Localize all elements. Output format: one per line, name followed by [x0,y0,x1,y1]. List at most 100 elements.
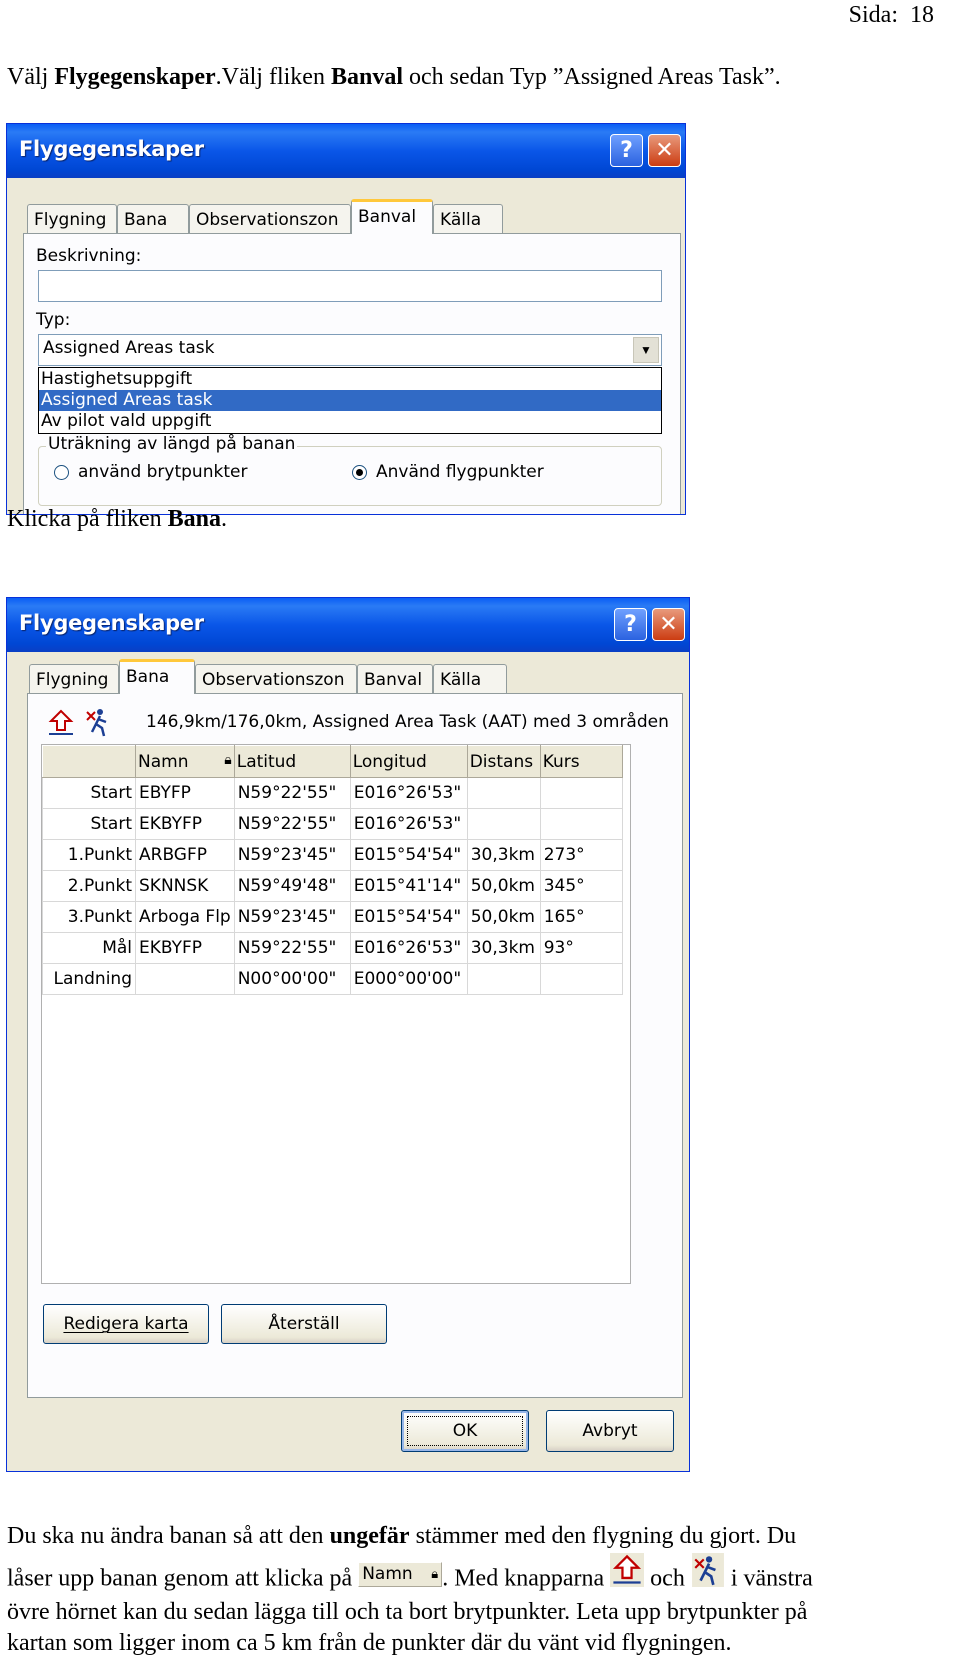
cell-kurs[interactable]: 345° [539,870,623,902]
page-number: Sida: 18 [848,2,934,28]
cell-row-label[interactable]: 3.Punkt [42,901,136,933]
cell-latitud[interactable]: N00°00'00" [233,963,351,995]
tab-banval[interactable]: Banval [351,199,433,234]
bana-bold: Bana [167,506,221,532]
inline-namn-header-image: Namn 🔒︎ [358,1561,443,1587]
bana-instruction: Klicka på fliken Bana. [7,506,227,533]
tab-panel-bana: 146,9km/176,0km, Assigned Area Task (AAT… [27,693,683,1398]
cell-longitud[interactable]: E000°00'00" [349,963,468,995]
table-row[interactable]: Mål EKBYFP N59°22'55" E016°26'53" 30,3km 93° [42,932,623,964]
cell-namn[interactable]: SKNNSK [135,870,235,902]
chevron-down-icon[interactable]: ▼ [633,337,659,363]
cell-distans[interactable] [466,963,541,995]
typ-option-av-pilot[interactable]: Av pilot vald uppgift [39,411,661,432]
p2-och: och [644,1565,691,1592]
aterstall-label: Återställ [268,1314,340,1334]
remove-waypoint-icon[interactable] [84,706,114,738]
beskrivning-input[interactable] [38,270,662,302]
cell-latitud[interactable]: N59°49'48" [233,870,351,902]
cell-distans[interactable]: 30,3km [466,839,541,871]
cell-distans[interactable] [466,808,541,840]
tab-bana[interactable]: Bana [117,204,189,234]
aterstall-button[interactable]: Återställ [221,1304,387,1344]
ok-focus-ring [407,1416,523,1446]
help-button[interactable]: ? [614,608,647,641]
inline-namn-label: Namn [362,1563,413,1584]
radio-anvand-flygpunkter[interactable] [352,465,367,480]
typ-option-hastighetsuppgift[interactable]: Hastighetsuppgift [39,369,661,390]
cell-distans[interactable]: 50,0km [466,870,541,902]
tab-flygning[interactable]: Flygning [27,204,117,234]
typ-select[interactable]: Assigned Areas task ▼ [38,334,662,366]
cell-distans[interactable] [466,777,541,809]
cell-row-label[interactable]: 1.Punkt [42,839,136,871]
tab-flygning[interactable]: Flygning [29,664,119,694]
cell-row-label[interactable]: Start [42,777,136,809]
add-waypoint-icon[interactable] [46,708,76,738]
column-header-kurs[interactable]: Kurs [539,745,623,778]
tab-banval[interactable]: Banval [357,664,433,694]
cell-kurs[interactable]: 273° [539,839,623,871]
redigera-karta-button[interactable]: Redigera karta [43,1304,209,1344]
bana-suffix: . [220,506,227,532]
cell-longitud[interactable]: E016°26'53" [349,777,468,809]
radio-anvand-brytpunkter[interactable] [54,465,69,480]
tab-kalla[interactable]: Källa [433,664,507,694]
table-row[interactable]: Start EKBYFP N59°22'55" E016°26'53" [42,808,623,840]
tab-observationszon[interactable]: Observationszon [195,664,357,694]
cell-latitud[interactable]: N59°23'45" [233,839,351,871]
cell-distans[interactable]: 30,3km [466,932,541,964]
cell-longitud[interactable]: E016°26'53" [349,932,468,964]
column-header-longitud[interactable]: Longitud [349,745,468,778]
close-button[interactable]: ✕ [648,134,681,167]
intro-text-mid: .Välj fliken [215,64,331,90]
typ-option-assigned-areas[interactable]: Assigned Areas task [39,390,661,411]
cell-row-label[interactable]: Landning [42,963,136,995]
cell-row-label[interactable]: 2.Punkt [42,870,136,902]
table-row[interactable]: 1.Punkt ARBGFP N59°23'45" E015°54'54" 30,3km… [42,839,623,871]
help-button[interactable]: ? [610,134,643,167]
close-button[interactable]: ✕ [652,608,685,641]
cell-namn[interactable]: EKBYFP [135,808,235,840]
column-header-distans[interactable]: Distans [466,745,541,778]
cell-namn[interactable] [135,963,235,995]
cell-latitud[interactable]: N59°23'45" [233,901,351,933]
table-row[interactable]: 3.Punkt Arboga Flp N59°23'45" E015°54'54" 50… [42,901,623,933]
cell-latitud[interactable]: N59°22'55" [233,932,351,964]
table-row[interactable]: Start EBYFP N59°22'55" E016°26'53" [42,777,623,809]
lock-icon: 🔒︎ [431,1566,439,1582]
tab-kalla[interactable]: Källa [433,204,503,234]
dialog-title: Flygegenskaper [19,611,204,635]
cell-kurs[interactable] [539,777,623,809]
ok-button[interactable]: OK [401,1410,529,1452]
cell-row-label[interactable]: Start [42,808,136,840]
cell-distans[interactable]: 50,0km [466,901,541,933]
tab-bana[interactable]: Bana [119,659,195,694]
cell-kurs[interactable]: 165° [539,901,623,933]
cell-namn[interactable]: ARBGFP [135,839,235,871]
title-bar: Flygegenskaper ? ✕ [7,598,689,652]
cell-kurs[interactable] [539,808,623,840]
table-row[interactable]: Landning N00°00'00" E000°00'00" [42,963,623,995]
tab-observationszon[interactable]: Observationszon [189,204,351,234]
avbryt-button[interactable]: Avbryt [546,1410,674,1452]
cell-kurs[interactable]: 93° [539,932,623,964]
table-row[interactable]: 2.Punkt SKNNSK N59°49'48" E015°41'14" 50,0km… [42,870,623,902]
column-header-namn[interactable]: Namn 🔒︎ [135,745,235,778]
cell-kurs[interactable] [539,963,623,995]
cell-longitud[interactable]: E015°54'54" [349,839,468,871]
column-header-latitud[interactable]: Latitud [233,745,351,778]
cell-latitud[interactable]: N59°22'55" [233,777,351,809]
cell-longitud[interactable]: E015°41'14" [349,870,468,902]
cell-namn[interactable]: EKBYFP [135,932,235,964]
paragraph-line-1: Du ska nu ändra banan så att den ungefär… [7,1523,796,1550]
cell-row-label[interactable]: Mål [42,932,136,964]
cell-longitud[interactable]: E015°54'54" [349,901,468,933]
dialog-title: Flygegenskaper [19,137,204,161]
cell-longitud[interactable]: E016°26'53" [349,808,468,840]
beskrivning-label: Beskrivning: [36,246,142,266]
cell-latitud[interactable]: N59°22'55" [233,808,351,840]
cell-namn[interactable]: EBYFP [135,777,235,809]
cell-namn[interactable]: Arboga Flp [135,901,235,933]
lock-icon[interactable]: 🔒︎ [224,752,231,768]
